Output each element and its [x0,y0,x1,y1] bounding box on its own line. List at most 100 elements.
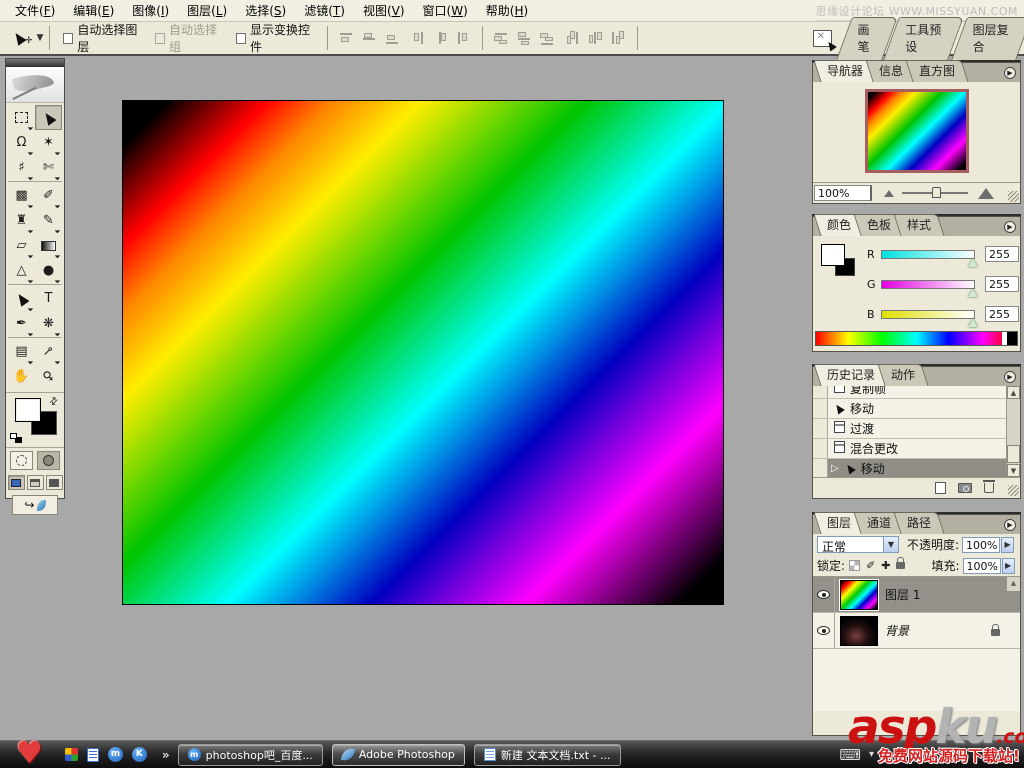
tab-navigator[interactable]: 导航器 [817,60,873,82]
menu-file[interactable]: 文件(F) [6,0,64,22]
tool-move[interactable] [35,105,62,130]
opacity-spinner-icon[interactable]: ▶ [1001,537,1014,553]
auto-select-layer-checkbox[interactable]: 自动选择图层 [63,21,141,55]
quicklaunch-overflow-chevron[interactable]: » [162,748,169,762]
resize-grip[interactable] [1008,485,1019,496]
zoom-slider[interactable] [902,192,968,194]
show-transform-controls-checkbox[interactable]: 显示变换控件 [236,21,314,55]
foreground-color-swatch[interactable] [15,398,41,422]
blue-slider[interactable] [881,310,975,319]
green-slider[interactable] [881,280,975,289]
scrollbar-thumb[interactable] [1007,445,1020,463]
layer-row-layer1[interactable]: 图层 1 [813,577,1020,613]
photoshop-logo[interactable] [6,67,64,103]
tool-slice[interactable]: ✄ [35,155,62,180]
tool-history-brush[interactable]: ✎ [35,208,62,233]
checkbox-icon[interactable] [236,33,246,44]
tool-type[interactable]: T [35,286,62,311]
history-item[interactable]: 移动 [813,399,1020,419]
blue-value-field[interactable]: 255 [985,306,1019,322]
lock-transparency-icon[interactable] [849,560,860,571]
history-checkbox[interactable] [813,419,828,438]
lock-all-icon[interactable] [896,562,905,569]
quicklaunch-maxthon-icon[interactable]: m [108,747,123,762]
history-item[interactable]: 混合更改 [813,439,1020,459]
standard-mode-button[interactable] [10,451,33,470]
menu-help[interactable]: 帮助(H) [477,0,537,22]
green-value-field[interactable]: 255 [985,276,1019,292]
workspace-icon[interactable]: ✕ [813,30,831,47]
toolbox-title-bar[interactable] [6,59,64,67]
tool-notes[interactable]: ▤ [8,339,35,364]
history-checkbox[interactable] [813,439,828,458]
delete-state-button[interactable] [984,483,994,493]
tool-rectangular-marquee[interactable] [8,105,35,130]
zoom-percent-field[interactable]: 100% [814,185,872,201]
tool-custom-shape[interactable]: ❋ [35,311,62,336]
resize-grip[interactable] [1008,191,1019,202]
tool-lasso[interactable]: Ω [8,130,35,155]
zoom-slider-thumb[interactable] [932,187,941,198]
menu-view[interactable]: 视图(V) [354,0,414,22]
standard-screen-mode-button[interactable] [8,475,25,490]
tab-actions[interactable]: 动作 [881,364,925,386]
color-spectrum-ramp[interactable] [815,331,1018,346]
history-checkbox[interactable] [813,459,828,477]
tool-eraser[interactable]: ▱ [8,233,35,258]
panel-menu-button[interactable]: ▶ [1004,519,1016,531]
menu-edit[interactable]: 编辑(E) [64,0,123,22]
history-scrollbar[interactable]: ▲ ▼ [1006,386,1020,477]
history-checkbox[interactable] [813,386,828,398]
tool-blur[interactable]: △ [8,258,35,283]
green-slider-thumb[interactable] [968,289,978,297]
swap-colors-icon[interactable]: ⇄ [47,395,61,409]
menu-window[interactable]: 窗口(W) [414,0,477,22]
edit-in-imageready-button[interactable]: ↪ [12,495,58,515]
lock-paint-icon[interactable]: ✐ [866,559,875,572]
lock-position-icon[interactable]: ✚ [881,559,890,572]
tool-brush[interactable]: ✐ [35,183,62,208]
layers-scrollbar-up[interactable]: ▲ [1006,577,1020,591]
panel-menu-button[interactable]: ▶ [1004,221,1016,233]
panel-menu-button[interactable]: ▶ [1004,371,1016,383]
scroll-up-icon[interactable]: ▲ [1007,386,1020,399]
history-item-selected[interactable]: ▷ 移动 [813,459,1020,477]
navigator-thumbnail[interactable] [865,89,969,173]
quicklaunch-doc-icon[interactable] [87,748,99,762]
tool-gradient[interactable] [35,233,62,258]
eye-icon[interactable] [817,590,830,599]
tool-pen[interactable]: ✒ [8,311,35,336]
panel-menu-button[interactable]: ▶ [1004,67,1016,79]
menu-select[interactable]: 选择(S) [236,0,295,22]
checkbox-icon[interactable] [63,33,73,44]
tab-paths[interactable]: 路径 [897,512,941,534]
tool-crop[interactable]: ♯ [8,155,35,180]
menu-filter[interactable]: 滤镜(T) [295,0,354,22]
tool-clone-stamp[interactable]: ♜ [8,208,35,233]
tab-history[interactable]: 历史记录 [817,364,885,386]
history-checkbox[interactable] [813,399,828,418]
fullscreen-mode-button[interactable] [46,475,63,490]
tool-magic-wand[interactable]: ✶ [35,130,62,155]
tool-eyedropper[interactable]: ⊸ [35,339,62,364]
tool-zoom[interactable]: ♀ [35,364,62,389]
blue-slider-thumb[interactable] [968,319,978,327]
quicklaunch-k-icon[interactable]: K [132,747,147,762]
new-document-from-state-button[interactable] [935,482,946,494]
dropdown-arrow-icon[interactable]: ▼ [883,537,898,552]
fullscreen-with-menu-button[interactable] [27,475,44,490]
menu-layer[interactable]: 图层(L) [178,0,236,22]
tab-layer-comps[interactable]: 图层复合 [959,17,1024,60]
menu-image[interactable]: 图像(I) [123,0,178,22]
visibility-cell[interactable] [813,577,835,612]
document-canvas[interactable] [122,100,724,605]
default-colors-icon[interactable] [10,433,22,443]
zoom-out-icon[interactable] [884,190,894,197]
move-tool-options-icon[interactable]: ✛ ▼ [14,30,43,46]
layer-row-background[interactable]: 背景 [813,613,1020,649]
zoom-in-icon[interactable] [978,188,994,199]
foreground-color-swatch[interactable] [821,244,845,266]
new-snapshot-button[interactable] [958,483,972,493]
opacity-field[interactable]: 100% [962,537,1000,553]
layer-thumbnail[interactable] [840,580,878,610]
